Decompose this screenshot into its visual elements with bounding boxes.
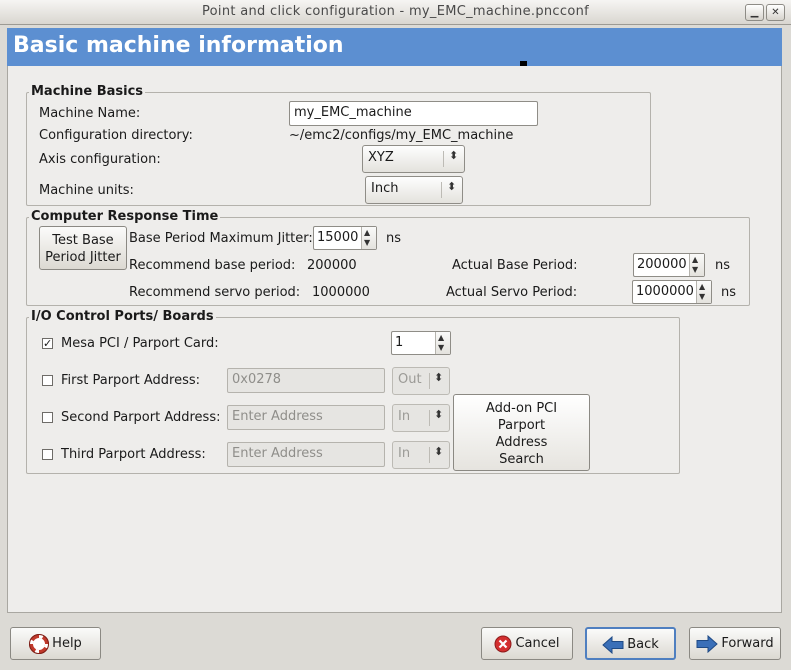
spin-down-icon[interactable]: ▼	[699, 293, 705, 301]
port1-direction-select[interactable]: Out ⬍	[392, 367, 450, 395]
jitter-unit: ns	[386, 231, 402, 246]
page-title: Basic machine information	[13, 33, 344, 58]
port1-address-input[interactable]: 0x0278	[227, 368, 385, 393]
cancel-icon	[494, 635, 512, 652]
back-label: Back	[627, 637, 659, 652]
axis-config-select[interactable]: XYZ ⬍	[362, 145, 465, 173]
arrow-right-icon	[696, 634, 719, 653]
chevron-updown-icon: ⬍	[449, 149, 459, 162]
chevron-updown-icon: ⬍	[447, 180, 457, 193]
spin-up-icon[interactable]: ▲	[438, 334, 444, 342]
response-time-legend: Computer Response Time	[29, 209, 221, 224]
cancel-button[interactable]: Cancel	[481, 627, 573, 660]
page-header: Basic machine information	[7, 28, 782, 68]
axis-config-label: Axis configuration:	[39, 152, 161, 167]
mesa-label: Mesa PCI / Parport Card:	[61, 336, 219, 351]
axis-config-value: XYZ	[368, 150, 394, 165]
mesa-checkbox[interactable]: ✓	[42, 338, 53, 349]
config-directory-value: ~/emc2/configs/my_EMC_machine	[289, 128, 514, 143]
machine-basics-legend: Machine Basics	[29, 84, 146, 99]
rec-servo-label: Recommend servo period:	[129, 285, 301, 300]
port2-checkbox[interactable]	[42, 412, 53, 423]
spin-up-icon[interactable]: ▲	[364, 229, 370, 237]
rec-base-label: Recommend base period:	[129, 258, 296, 273]
actual-servo-label: Actual Servo Period:	[446, 285, 578, 300]
window-titlebar[interactable]: Point and click configuration - my_EMC_m…	[0, 0, 791, 25]
actual-base-value: 200000	[637, 257, 687, 272]
actual-servo-unit: ns	[721, 285, 737, 300]
port3-direction-value: In	[398, 446, 411, 461]
mesa-count-value: 1	[395, 335, 404, 350]
port2-direction-select[interactable]: In ⬍	[392, 404, 450, 432]
forward-button[interactable]: Forward	[689, 627, 781, 660]
help-label: Help	[52, 636, 82, 651]
forward-label: Forward	[721, 636, 774, 651]
actual-base-spinner[interactable]: 200000 ▲ ▼	[633, 253, 705, 277]
minimize-icon[interactable]: ▁	[745, 4, 764, 21]
jitter-spinner[interactable]: 15000 ▲ ▼	[313, 226, 377, 250]
spin-down-icon[interactable]: ▼	[692, 266, 698, 274]
spin-up-icon[interactable]: ▲	[699, 283, 705, 291]
port1-label: First Parport Address:	[61, 373, 200, 388]
rec-servo-value: 1000000	[312, 285, 370, 300]
chevron-updown-icon: ⬍	[434, 371, 444, 384]
spin-up-icon[interactable]: ▲	[692, 256, 698, 264]
port3-direction-select[interactable]: In ⬍	[392, 441, 450, 469]
chevron-updown-icon: ⬍	[434, 408, 444, 421]
port2-address-input[interactable]: Enter Address	[227, 405, 385, 430]
rec-base-value: 200000	[307, 258, 357, 273]
machine-units-select[interactable]: Inch ⬍	[365, 176, 463, 204]
machine-name-input[interactable]: my_EMC_machine	[289, 101, 538, 126]
actual-servo-value: 1000000	[636, 284, 694, 299]
actual-base-label: Actual Base Period:	[452, 258, 578, 273]
actual-servo-spinner[interactable]: 1000000 ▲ ▼	[632, 280, 712, 304]
close-icon[interactable]: ✕	[766, 4, 785, 21]
port1-direction-value: Out	[398, 372, 422, 387]
port3-label: Third Parport Address:	[61, 447, 206, 462]
machine-units-value: Inch	[371, 181, 399, 196]
back-button[interactable]: Back	[585, 627, 676, 660]
port2-direction-value: In	[398, 409, 411, 424]
actual-base-unit: ns	[715, 258, 731, 273]
jitter-value: 15000	[317, 230, 359, 245]
help-button[interactable]: Help	[10, 627, 101, 660]
jitter-label: Base Period Maximum Jitter:	[129, 231, 313, 246]
mesa-count-spinner[interactable]: 1 ▲ ▼	[391, 331, 451, 355]
spin-down-icon[interactable]: ▼	[438, 344, 444, 352]
test-jitter-button[interactable]: Test Base Period Jitter	[39, 226, 127, 270]
arrow-left-icon	[602, 635, 624, 654]
port2-label: Second Parport Address:	[61, 410, 221, 425]
spin-down-icon[interactable]: ▼	[364, 239, 370, 247]
config-directory-label: Configuration directory:	[39, 128, 193, 143]
machine-units-label: Machine units:	[39, 183, 134, 198]
port3-checkbox[interactable]	[42, 449, 53, 460]
chevron-updown-icon: ⬍	[434, 445, 444, 458]
port1-checkbox[interactable]	[42, 375, 53, 386]
lifebuoy-icon	[29, 633, 50, 654]
machine-name-label: Machine Name:	[39, 106, 141, 121]
port3-address-input[interactable]: Enter Address	[227, 442, 385, 467]
io-ports-legend: I/O Control Ports/ Boards	[29, 309, 216, 324]
cancel-label: Cancel	[515, 636, 560, 651]
parport-search-button[interactable]: Add-on PCI Parport Address Search	[453, 394, 590, 471]
window-title: Point and click configuration - my_EMC_m…	[202, 4, 589, 19]
